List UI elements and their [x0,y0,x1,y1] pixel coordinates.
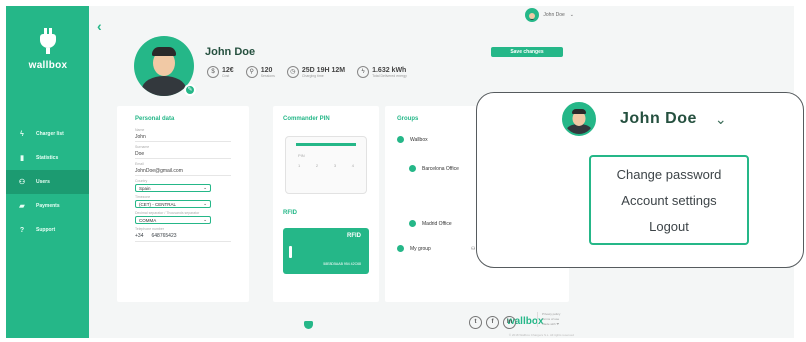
phone-field[interactable]: +34 648765423 [135,231,231,242]
sidebar-item-charger-list[interactable]: ϟ Charger list [6,122,89,146]
surname-field[interactable]: Doe [135,149,231,159]
sidebar-item-support[interactable]: ? Support [6,218,89,242]
user-dropdown-zoom: John Doe ⌄ Change password Account setti… [476,92,804,268]
section-title: Personal data [135,116,175,122]
facebook-icon[interactable]: f [486,316,499,329]
twitter-icon[interactable]: t [469,316,482,329]
chevron-down-icon[interactable]: ⌄ [715,111,727,128]
back-arrow-icon[interactable]: ‹ [97,18,102,34]
change-password-item[interactable]: Change password [617,167,722,182]
email-field[interactable]: JohnDoe@gmail.com [135,166,231,176]
sidebar-item-statistics[interactable]: ▮ Statistics [6,146,89,170]
rfid-title: RFID [283,210,297,216]
wallbox-logo[interactable]: wallbox [28,28,68,71]
bolt-icon: ϟ [357,66,370,78]
chevron-down-icon: ⌄ [203,201,207,206]
copyright: © 2018 Wallbox Chargers S.L. All rights … [508,333,574,337]
chevron-down-icon: ⌄ [569,12,574,18]
edit-pencil-icon[interactable]: ✎ [184,84,196,96]
check-icon [397,245,404,252]
chip-icon [289,246,292,258]
question-icon: ? [19,226,25,234]
clock-icon: ◷ [286,66,299,78]
bolt-icon: ϟ [20,130,24,138]
avatar [562,102,596,136]
check-icon [409,165,416,172]
session-icon: ⚲ [245,66,258,78]
name-field[interactable]: John [135,132,231,142]
separator-select[interactable]: COMMA ⌄ [135,216,211,224]
plug-logo-icon [303,320,313,333]
chevron-down-icon: ⌄ [203,217,207,222]
personal-data-card: Personal data Name John Surname Doe Emai… [117,106,249,302]
user-dropdown-menu: Change password Account settings Logout [589,155,749,245]
sidebar: wallbox ϟ Charger list ▮ Statistics ⚇ Users… [6,6,89,338]
rfid-card: RFID 58E8D5AAB 954 42C68 [283,228,369,274]
stat-cost: $ 12€ Cost [207,66,234,78]
check-icon [397,136,404,143]
save-changes-button[interactable]: Save changes [491,47,563,57]
stat-energy: ϟ 1.632 kWh Total Delivered energy [357,66,407,78]
linkedin-icon[interactable]: in [503,316,516,329]
bar-chart-icon: ▮ [20,155,24,162]
check-icon [409,220,416,227]
stat-charging-time: ◷ 25D 19H 12M Charging time [286,66,345,78]
dollar-icon: $ [207,66,219,78]
timezone-select[interactable]: (CET) - CENTRAL ⌄ [135,200,211,208]
sidebar-item-users[interactable]: ⚇ Users [6,170,89,194]
users-icon: ⚇ [18,179,26,186]
profile-name: John Doe [205,46,256,58]
social-links: t f in [469,316,516,329]
chevron-down-icon: ⌄ [203,185,207,190]
commander-card: Commander PIN PIN 1 2 3 4 RFID RFID 58E8… [273,106,379,302]
section-title: Commander PIN [283,116,330,122]
profile-stats: $ 12€ Cost ⚲ 120 Sessions ◷ 25D 19H 12M Cha… [207,66,407,78]
plug-logo-icon [39,28,57,56]
popup-user-header[interactable]: John Doe ⌄ [562,102,727,136]
sidebar-nav: ϟ Charger list ▮ Statistics ⚇ Users ▰ Paymen… [6,122,89,242]
popup-user-name: John Doe [620,110,697,127]
top-user-menu[interactable]: John Doe ⌄ [525,8,574,22]
country-select[interactable]: Spain ⌄ [135,184,211,192]
legal-links: Privacy policy Terms of use Made with ❤ [537,312,560,327]
sidebar-item-payments[interactable]: ▰ Payments [6,194,89,218]
wallet-icon: ▰ [19,203,25,210]
avatar [525,8,540,22]
commander-device: PIN 1 2 3 4 [285,136,367,194]
account-settings-item[interactable]: Account settings [621,193,716,208]
logout-item[interactable]: Logout [649,219,689,234]
brand-name: wallbox [28,60,68,71]
stat-sessions: ⚲ 120 Sessions [245,66,275,78]
user-icon: ⚇ [470,245,476,252]
